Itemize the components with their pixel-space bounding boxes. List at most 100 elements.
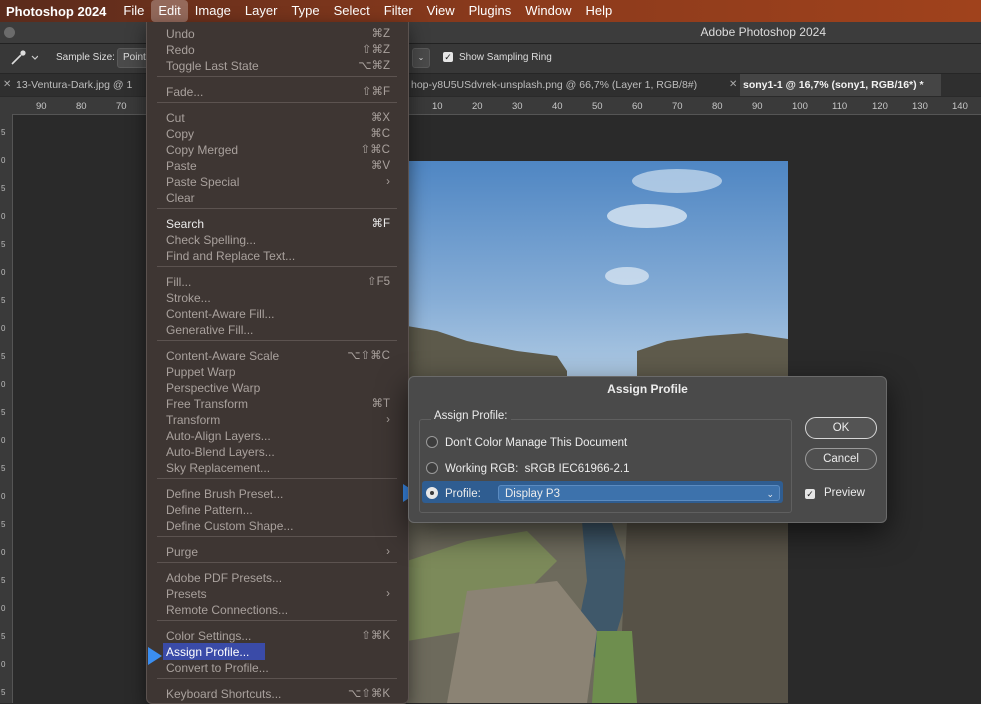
tab-sony1[interactable]: sony1-1 @ 16,7% (sony1, RGB/16*) * — [740, 74, 941, 96]
menu-separator — [157, 620, 397, 621]
menu-item-label: Purge — [166, 545, 199, 559]
preview-label: Preview — [824, 487, 865, 499]
menu-item[interactable]: Cut ⌘X — [166, 110, 396, 126]
menu-item[interactable]: Clear — [166, 190, 396, 206]
radio-button[interactable] — [426, 436, 438, 448]
menu-item-shortcut: ⌘C — [370, 128, 390, 140]
menu-separator — [157, 76, 397, 77]
menu-item-label: Define Custom Shape... — [166, 519, 294, 533]
menu-item[interactable]: Fill... ⇧F5 — [166, 274, 396, 290]
menu-separator — [157, 536, 397, 537]
menu-file[interactable]: File — [116, 0, 151, 22]
pointer-arrow-icon — [148, 647, 162, 665]
app-name[interactable]: Photoshop 2024 — [0, 4, 116, 19]
menu-item[interactable]: Assign Profile... — [163, 643, 396, 660]
ok-button[interactable]: OK — [805, 417, 877, 439]
ruler-tick-label: 110 — [832, 101, 848, 112]
profile-select-value: Display P3 — [505, 488, 560, 500]
cancel-button[interactable]: Cancel — [805, 448, 877, 470]
menu-item[interactable]: Puppet Warp — [166, 364, 396, 380]
menu-item-label: Assign Profile... — [166, 645, 250, 659]
menu-item[interactable]: Define Pattern... — [166, 502, 396, 518]
menu-item-shortcut: ⌘V — [370, 160, 390, 172]
menu-item-shortcut: ⌥⌘Z — [358, 60, 390, 72]
menu-help[interactable]: Help — [579, 0, 620, 22]
menu-item[interactable]: Content-Aware Fill... — [166, 306, 396, 322]
menu-plugins[interactable]: Plugins — [462, 0, 519, 22]
menu-item[interactable]: Copy ⌘C — [166, 126, 396, 142]
menu-item-shortcut: ⌘T — [371, 398, 390, 410]
menu-item[interactable]: Find and Replace Text... — [166, 248, 396, 264]
group-label: Assign Profile: — [431, 410, 511, 422]
menu-item[interactable]: Keyboard Shortcuts... ⌥⇧⌘K — [166, 686, 396, 702]
eyedropper-tool-icon[interactable] — [8, 49, 38, 67]
menu-item[interactable]: Toggle Last State ⌥⌘Z — [166, 58, 396, 74]
show-sampling-ring-label: Show Sampling Ring — [459, 52, 552, 63]
menu-separator — [157, 562, 397, 563]
menu-type[interactable]: Type — [284, 0, 326, 22]
menu-item-shortcut: › — [386, 176, 390, 188]
preview-checkbox[interactable]: ✓ — [805, 489, 815, 499]
ruler-tick-label: 5 — [1, 520, 6, 529]
working-rgb-label: Working RGB: — [445, 463, 519, 475]
menu-item[interactable]: Stroke... — [166, 290, 396, 306]
window-title: Adobe Photoshop 2024 — [700, 25, 826, 39]
menu-item[interactable]: Color Settings... ⇧⌘K — [166, 628, 396, 644]
menu-filter[interactable]: Filter — [377, 0, 420, 22]
ruler-tick-label: 5 — [1, 240, 6, 249]
ruler-tick-label: 0 — [1, 212, 6, 221]
menu-select[interactable]: Select — [327, 0, 377, 22]
menu-item[interactable]: Undo ⌘Z — [166, 26, 396, 42]
menu-item[interactable]: Auto-Align Layers... — [166, 428, 396, 444]
menu-item[interactable]: Define Custom Shape... — [166, 518, 396, 534]
tab-close-icon[interactable]: ✕ — [729, 74, 737, 96]
menu-item[interactable]: Fade... ⇧⌘F — [166, 84, 396, 100]
menu-edit[interactable]: Edit — [151, 0, 188, 22]
menu-item[interactable]: Content-Aware Scale ⌥⇧⌘C — [166, 348, 396, 364]
tab-ventura[interactable]: 13-Ventura-Dark.jpg @ 1 — [16, 74, 146, 96]
menu-image[interactable]: Image — [188, 0, 238, 22]
ruler-tick-label: 5 — [1, 184, 6, 193]
menu-item[interactable]: Remote Connections... — [166, 602, 396, 618]
ruler-tick-label: 0 — [1, 380, 6, 389]
menu-window[interactable]: Window — [518, 0, 578, 22]
menu-layer[interactable]: Layer — [238, 0, 285, 22]
menu-item[interactable]: Convert to Profile... — [166, 660, 396, 676]
window-close-dot-icon[interactable] — [4, 27, 15, 38]
tab-close-icon[interactable]: ✕ — [3, 74, 11, 96]
show-sampling-ring-checkbox[interactable]: ✓ — [443, 52, 453, 62]
radio-button[interactable] — [426, 462, 438, 474]
menu-item[interactable]: Sky Replacement... — [166, 460, 396, 476]
chevron-down-icon[interactable]: ⌄ — [412, 48, 430, 68]
menu-item-label: Keyboard Shortcuts... — [166, 687, 282, 701]
menu-item-label: Content-Aware Scale — [166, 349, 280, 363]
menu-item[interactable]: Redo ⇧⌘Z — [166, 42, 396, 58]
menu-view[interactable]: View — [420, 0, 462, 22]
menu-item[interactable]: Perspective Warp — [166, 380, 396, 396]
menu-item[interactable]: Transform › — [166, 412, 396, 428]
menu-item[interactable]: Copy Merged ⇧⌘C — [166, 142, 396, 158]
menu-bar: Photoshop 2024 File Edit Image Layer Typ… — [0, 0, 981, 22]
menu-item[interactable]: Purge › — [166, 544, 396, 560]
menu-item[interactable]: Check Spelling... — [166, 232, 396, 248]
radio-button-selected[interactable] — [426, 487, 438, 499]
menu-item-label: Paste — [166, 159, 197, 173]
ruler-left[interactable]: 5 0 5 0 5 0 5 0 5 0 5 0 5 0 5 0 5 0 5 0 5 — [0, 114, 13, 703]
menu-item[interactable]: Free Transform ⌘T — [166, 396, 396, 412]
tab-unsplash[interactable]: hop-y8U5USdvrek-unsplash.png @ 66,7% (La… — [411, 74, 717, 96]
menu-item[interactable]: Define Brush Preset... — [166, 486, 396, 502]
menu-item-label: Color Settings... — [166, 629, 252, 643]
menu-item-shortcut: › — [386, 414, 390, 426]
menu-item[interactable]: Auto-Blend Layers... — [166, 444, 396, 460]
menu-item[interactable]: Search ⌘F — [166, 216, 396, 232]
menu-item[interactable]: Paste Special › — [166, 174, 396, 190]
menu-item[interactable]: Adobe PDF Presets... — [166, 570, 396, 586]
ruler-tick-label: 0 — [1, 268, 6, 277]
menu-item[interactable]: Paste ⌘V — [166, 158, 396, 174]
ruler-tick-label: 5 — [1, 128, 6, 137]
menu-separator — [157, 340, 397, 341]
menu-item[interactable]: Generative Fill... — [166, 322, 396, 338]
menu-item[interactable]: Presets › — [166, 586, 396, 602]
profile-select[interactable]: Display P3 ⌄ — [498, 485, 780, 501]
menu-item-label: Sky Replacement... — [166, 461, 271, 475]
